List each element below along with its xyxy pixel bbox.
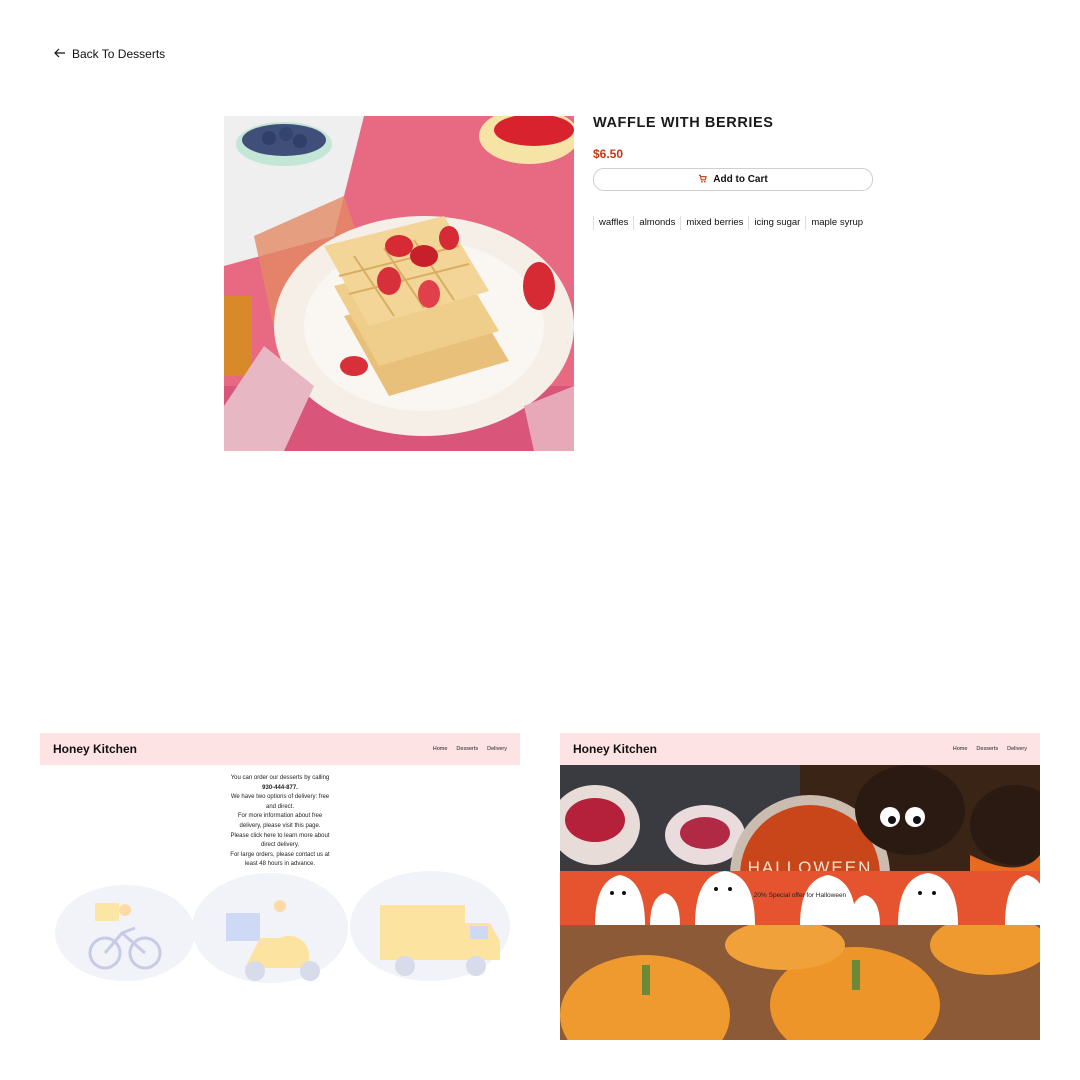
brand-logo[interactable]: Honey Kitchen	[53, 742, 137, 756]
add-to-cart-button[interactable]: Add to Cart	[593, 168, 873, 191]
add-to-cart-label: Add to Cart	[713, 174, 768, 185]
product-price: $6.50	[593, 147, 624, 161]
delivery-info-text: You can order our desserts by calling 93…	[200, 774, 360, 870]
delivery-line[interactable]: delivery, please visit this page.	[200, 822, 360, 832]
delivery-line[interactable]: Please click here to learn more about	[200, 832, 360, 842]
ingredient-tag: maple syrup	[805, 216, 868, 230]
halloween-page-preview[interactable]: Honey Kitchen Home Desserts Delivery HAL…	[560, 733, 1040, 1040]
nav-desserts[interactable]: Desserts	[976, 746, 998, 752]
back-to-desserts-link[interactable]: Back To Desserts	[54, 47, 165, 61]
delivery-line: You can order our desserts by calling	[230, 775, 330, 781]
product-title: WAFFLE WITH BERRIES	[593, 115, 774, 131]
site-header: Honey Kitchen Home Desserts Delivery	[560, 733, 1040, 765]
delivery-line: and direct.	[265, 803, 295, 810]
nav-delivery[interactable]: Delivery	[487, 746, 507, 752]
back-link-label: Back To Desserts	[72, 47, 166, 61]
delivery-line: direct delivery.	[260, 842, 300, 849]
ingredient-tag: mixed berries	[680, 216, 748, 230]
delivery-line: We have two options of delivery: free	[230, 794, 330, 801]
product-image	[224, 116, 574, 451]
ingredient-tag: icing sugar	[748, 216, 805, 230]
delivery-line: For large orders, please contact us at	[230, 851, 330, 858]
ingredient-tag: waffles	[593, 216, 633, 230]
delivery-illustration	[40, 868, 520, 988]
nav-home[interactable]: Home	[433, 746, 448, 752]
arrow-left-icon	[54, 47, 66, 61]
ingredient-tags: waffles almonds mixed berries icing suga…	[593, 216, 868, 230]
ingredient-tag: almonds	[633, 216, 680, 230]
delivery-page-preview[interactable]: Honey Kitchen Home Desserts Delivery You…	[40, 733, 520, 1040]
promo-text: 20% Special offer for Halloween	[753, 892, 847, 899]
site-nav: Home Desserts Delivery	[433, 746, 507, 752]
site-header: Honey Kitchen Home Desserts Delivery	[40, 733, 520, 765]
phone-number: 930-444-877.	[262, 784, 298, 791]
cart-icon	[698, 174, 708, 186]
delivery-line: For more information about free	[237, 813, 323, 820]
nav-home[interactable]: Home	[953, 746, 968, 752]
nav-delivery[interactable]: Delivery	[1007, 746, 1027, 752]
nav-desserts[interactable]: Desserts	[456, 746, 478, 752]
site-nav: Home Desserts Delivery	[953, 746, 1027, 752]
brand-logo[interactable]: Honey Kitchen	[573, 742, 657, 756]
